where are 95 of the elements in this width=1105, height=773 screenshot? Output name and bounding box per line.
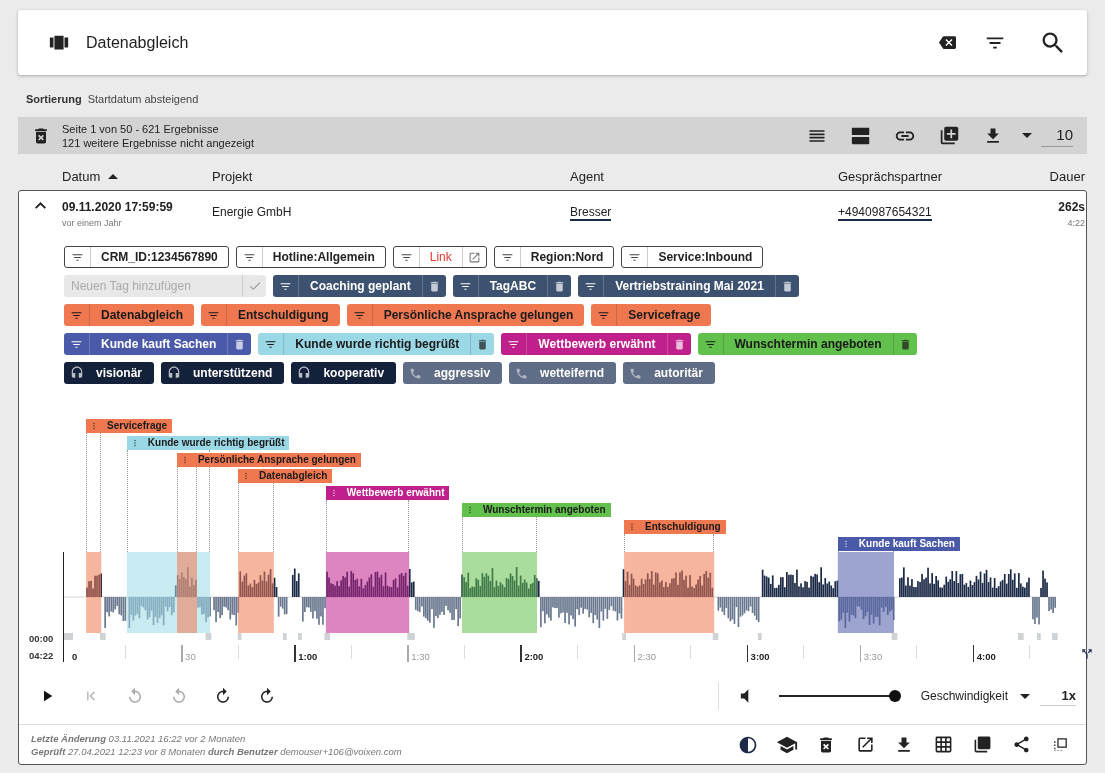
tag[interactable]: Servicefrage: [591, 304, 712, 326]
sort-value: Startdatum absteigend: [87, 91, 199, 107]
new-tag-field[interactable]: Neuen Tag hinzufügen: [64, 275, 242, 297]
tag[interactable]: Persönliche Ansprache gelungen: [346, 304, 585, 326]
tag[interactable]: TagABC: [452, 275, 572, 297]
segment-label[interactable]: Wunschtermin angeboten: [461, 503, 611, 517]
speed-field[interactable]: 1x: [1040, 685, 1076, 707]
rewind-icon: [126, 687, 144, 705]
headset-icon: [297, 366, 312, 380]
leader-line: [272, 483, 274, 552]
info-tag[interactable]: Service:Inbound: [621, 246, 764, 268]
tag[interactable]: Entschuldigung: [201, 304, 340, 326]
tick-label: 1:30: [411, 651, 430, 662]
tick-label: 1:00: [298, 651, 318, 662]
sort-label: Sortierung: [26, 91, 82, 107]
results-summary: Seite 1 von 50 - 621 Ergebnisse: [62, 121, 220, 136]
tick-label: 30: [185, 651, 196, 662]
tick-label: 4:00: [976, 651, 996, 662]
agent-link[interactable]: Bresser: [570, 205, 612, 221]
column-header[interactable]: Gesprächspartner: [838, 166, 943, 187]
column-header[interactable]: Dauer: [1049, 166, 1085, 187]
caret-icon: [1022, 133, 1032, 138]
sort-arrow-icon: [108, 174, 119, 179]
last-change-note: Letzte Änderung 03.11.2021 16:22 vor 2 Monaten: [31, 731, 247, 745]
segment-label[interactable]: Servicefrage: [86, 419, 173, 433]
phone-link[interactable]: +4940987654321: [838, 205, 932, 221]
leader-line: [461, 517, 463, 552]
clear-icon: [938, 34, 956, 51]
headset-icon: [167, 366, 182, 380]
tag[interactable]: Kunde kauft Sachen: [64, 333, 252, 355]
external-link-icon: [855, 735, 875, 754]
relative-date: vor einem Jahr: [62, 218, 122, 228]
check-icon: [247, 279, 262, 293]
page-title: Datenabgleich: [86, 32, 189, 53]
forward-icon: [258, 687, 276, 705]
document-icon: [972, 735, 992, 754]
split-button[interactable]: [1080, 647, 1094, 661]
share-icon: [1011, 735, 1031, 754]
column-header[interactable]: Datum: [62, 166, 119, 187]
info-tag[interactable]: Link: [392, 246, 487, 268]
phone-icon: [409, 366, 423, 380]
trait-tag[interactable]: visionär: [64, 362, 155, 384]
external-link-icon: [467, 250, 481, 264]
tick-label: 2:30: [637, 651, 656, 662]
forward-icon: [214, 687, 232, 705]
info-tag[interactable]: Hotline:Allgemein: [235, 246, 386, 268]
tag[interactable]: Kunde wurde richtig begrüßt: [258, 333, 495, 355]
split-icon: [1080, 647, 1094, 661]
duration-clock: 4:22: [1067, 218, 1085, 228]
caret-icon: [1020, 693, 1030, 699]
rewind-icon: [170, 687, 188, 705]
tag[interactable]: Wunschtermin angeboten: [697, 333, 917, 355]
segment-label[interactable]: Kunde wurde richtig begrüßt: [126, 435, 290, 450]
trait-tag[interactable]: autoritär: [623, 362, 715, 384]
tag[interactable]: Vertriebstraining Mai 2021: [578, 275, 799, 297]
headset-icon: [70, 366, 84, 380]
segment-label[interactable]: Datenabgleich: [238, 469, 333, 484]
tick-label: 3:00: [750, 651, 770, 662]
page-size-field[interactable]: 10: [1041, 123, 1073, 148]
add-icon: [938, 125, 960, 146]
phone-icon: [629, 366, 643, 380]
end-time: 04:22: [29, 650, 54, 661]
duration: 262s: [1058, 199, 1085, 215]
tick-label: 2:00: [524, 651, 544, 662]
speed-dropdown[interactable]: Geschwindigkeit: [920, 687, 1030, 705]
segment-label[interactable]: Persönliche Ansprache gelungen: [176, 452, 361, 467]
leader-line: [238, 483, 239, 552]
segment-label[interactable]: Kunde kauft Sachen: [837, 536, 960, 551]
segment-label[interactable]: Wettbewerb erwähnt: [325, 486, 450, 501]
tag[interactable]: Wettbewerb erwähnt: [501, 333, 691, 355]
call-date: 09.11.2020 17:59:59: [62, 199, 173, 215]
start-time: 00:00: [29, 633, 54, 644]
collapse-button[interactable]: [34, 199, 47, 211]
chevron-icon: [35, 201, 46, 209]
leader-line: [408, 500, 410, 552]
trait-tag[interactable]: kooperativ: [291, 362, 397, 384]
trait-tag[interactable]: unterstützend: [161, 362, 285, 384]
tick-label: 3:30: [863, 651, 883, 662]
project-name: Energie GmbH: [212, 205, 292, 219]
tag[interactable]: Coaching geplant: [273, 275, 446, 297]
trait-tag[interactable]: aggressiv: [403, 362, 503, 384]
leader-line: [325, 500, 327, 552]
review-note: Geprüft 27.04.2021 12:23 vor 8 Monaten durch Benutzer demouser+106@voixen.com: [31, 744, 402, 758]
column-header[interactable]: Projekt: [212, 166, 253, 187]
phone-icon: [515, 366, 529, 380]
segment-label[interactable]: Entschuldigung: [624, 519, 726, 534]
info-tag[interactable]: CRM_ID:1234567890: [64, 246, 229, 268]
grid-icon: [933, 735, 953, 754]
trait-tag[interactable]: wetteifernd: [509, 362, 617, 384]
tag[interactable]: Datenabgleich: [64, 304, 195, 326]
volume-thumb[interactable]: [888, 690, 901, 702]
tick-label: 0: [72, 651, 78, 662]
column-header[interactable]: Agent: [570, 166, 604, 187]
results-note: 121 weitere Ergebnisse nicht angezeigt: [62, 135, 254, 150]
info-tag[interactable]: Region:Nord: [493, 246, 615, 268]
